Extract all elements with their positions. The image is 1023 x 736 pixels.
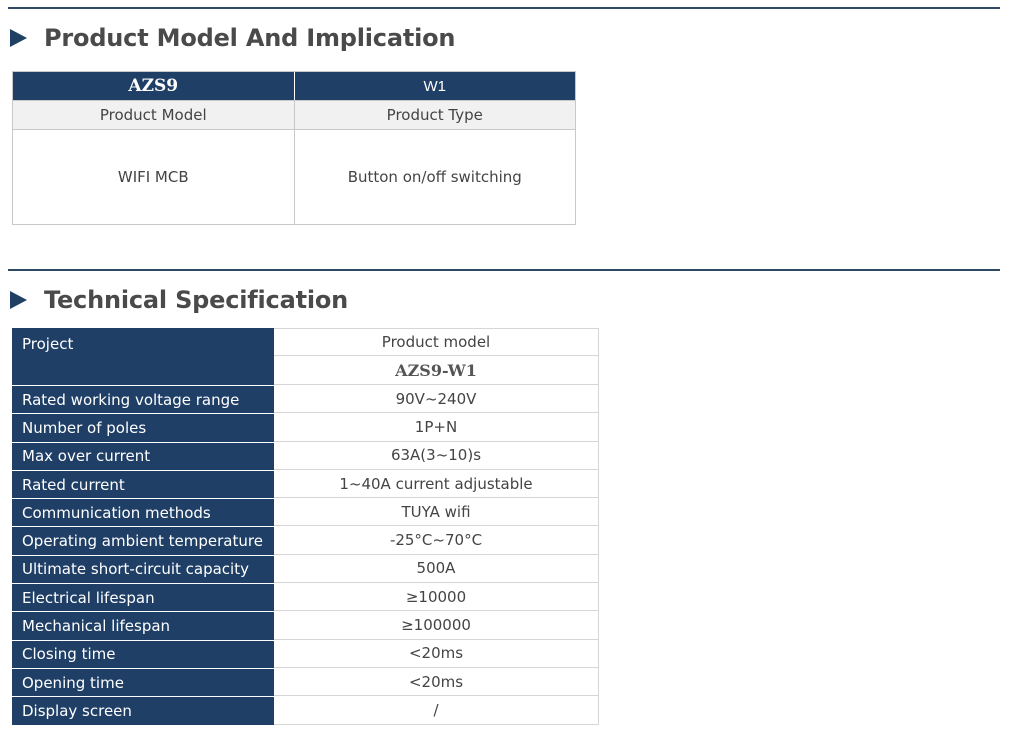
table-row: Display screen /: [12, 696, 599, 725]
table-row: Operating ambient temperature -25°C~70°C: [12, 526, 599, 555]
product-model-label: Product model: [274, 328, 598, 356]
spec-name: Operating ambient temperature: [12, 526, 274, 555]
table-row: Ultimate short-circuit capacity 500A: [12, 554, 599, 584]
table-row: Closing time <20ms: [12, 639, 599, 668]
spec-name: Rated working voltage range: [12, 385, 274, 414]
triangle-bullet-icon: [10, 29, 27, 47]
product-model-header: Product model AZS9-W1: [274, 328, 599, 385]
spec-name: Closing time: [12, 639, 274, 668]
section-title: Technical Specification: [44, 286, 349, 314]
product-type-code: W1: [293, 72, 576, 100]
spec-value: -25°C~70°C: [274, 526, 599, 555]
spec-rows: Rated working voltage range 90V~240V Numbe…: [12, 385, 599, 725]
table-row: Communication methods TUYA wifi: [12, 498, 599, 527]
spec-value: <20ms: [274, 667, 599, 697]
product-type-label: Product Type: [293, 101, 576, 129]
table-header-row: AZS9 W1: [13, 72, 575, 100]
table-row: Mechanical lifespan ≥100000: [12, 611, 599, 640]
spec-name: Rated current: [12, 469, 274, 499]
section-divider: [8, 269, 1000, 271]
table-row: Opening time <20ms: [12, 667, 599, 697]
technical-spec-table: Project Product model AZS9-W1 Rated work…: [12, 328, 599, 725]
spec-value: <20ms: [274, 639, 599, 668]
table-row: Number of poles 1P+N: [12, 413, 599, 442]
project-label: Project: [12, 328, 274, 385]
triangle-bullet-icon: [10, 291, 27, 309]
spec-name: Display screen: [12, 696, 274, 725]
product-model-value: AZS9-W1: [274, 356, 598, 385]
section-title: Product Model And Implication: [44, 24, 456, 52]
spec-header: Project Product model AZS9-W1: [12, 328, 599, 385]
product-model-code: AZS9: [128, 76, 179, 96]
section-divider: [8, 7, 1000, 9]
spec-value: 1~40A current adjustable: [274, 469, 599, 499]
spec-name: Max over current: [12, 441, 274, 470]
section-heading: Technical Specification: [10, 283, 348, 317]
table-row: Rated working voltage range 90V~240V: [12, 385, 599, 414]
spec-value: ≥10000: [274, 583, 599, 612]
spec-value: ≥100000: [274, 611, 599, 640]
spec-value: 63A(3~10)s: [274, 441, 599, 470]
product-model-table: AZS9 W1 Product Model Product Type WIFI …: [12, 71, 576, 225]
product-model-label: Product Model: [99, 106, 207, 124]
spec-name: Communication methods: [12, 498, 274, 527]
spec-value: 90V~240V: [274, 385, 599, 414]
spec-name: Ultimate short-circuit capacity: [12, 554, 274, 584]
spec-value: /: [274, 696, 599, 725]
spec-name: Mechanical lifespan: [12, 611, 274, 640]
spec-name: Number of poles: [12, 413, 274, 442]
table-row: Electrical lifespan ≥10000: [12, 583, 599, 612]
table-row: Rated current 1~40A current adjustable: [12, 469, 599, 499]
section-heading: Product Model And Implication: [10, 21, 456, 55]
table-value-row: WIFI MCB Button on/off switching: [13, 130, 575, 224]
spec-name: Opening time: [12, 667, 274, 697]
spec-value: 500A: [274, 554, 599, 584]
table-row: Max over current 63A(3~10)s: [12, 441, 599, 470]
product-model-value: WIFI MCB: [117, 168, 189, 186]
product-type-value: Button on/off switching: [293, 130, 576, 224]
table-label-row: Product Model Product Type: [13, 100, 575, 130]
spec-name: Electrical lifespan: [12, 583, 274, 612]
spec-value: TUYA wifi: [274, 498, 599, 527]
spec-value: 1P+N: [274, 413, 599, 442]
